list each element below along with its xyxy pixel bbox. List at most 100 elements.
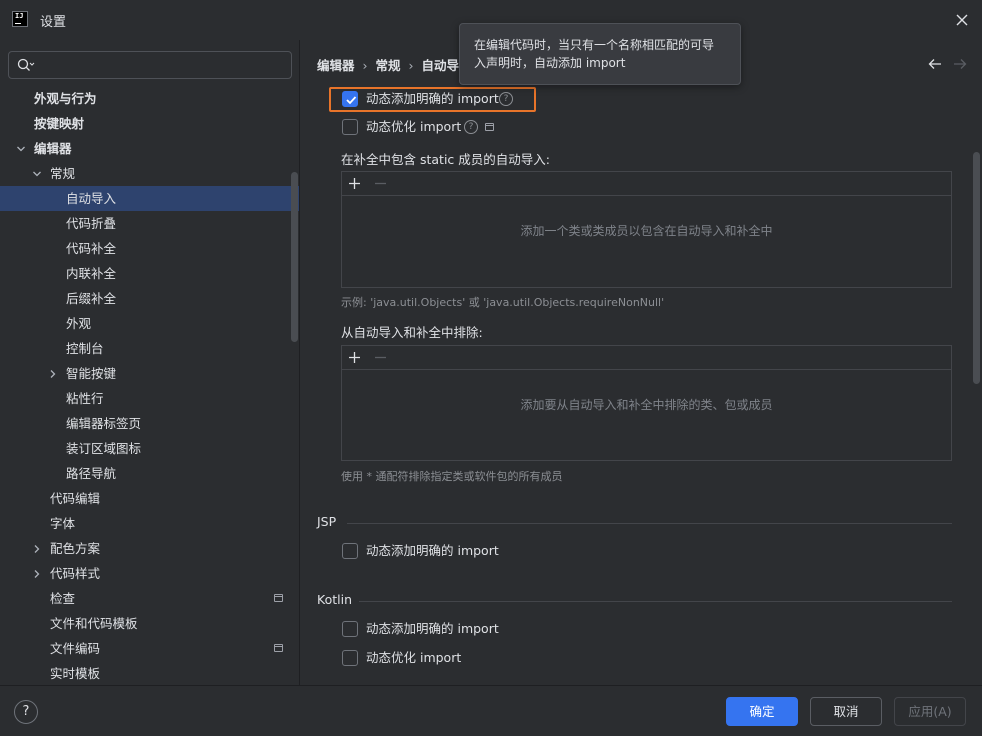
jsp-add-unambiguous-imports-label: 动态添加明确的 import <box>366 543 499 558</box>
breadcrumb-separator: › <box>408 58 414 73</box>
chevron-down-icon[interactable] <box>32 169 42 179</box>
sidebar-item-label: 配色方案 <box>50 541 101 556</box>
static-members-toolbar <box>342 172 951 196</box>
sidebar-item-label: 智能按键 <box>66 366 117 381</box>
back-arrow-icon[interactable] <box>928 58 942 70</box>
sidebar-item[interactable]: 代码补全 <box>0 236 299 261</box>
kotlin-add-unambiguous-imports-label: 动态添加明确的 import <box>366 621 499 636</box>
static-members-empty-text: 添加一个类或类成员以包含在自动导入和补全中 <box>520 224 773 238</box>
search-icon <box>17 58 35 71</box>
settings-search[interactable] <box>8 51 292 79</box>
content-scrollbar[interactable] <box>973 152 980 384</box>
cancel-button[interactable]: 取消 <box>810 697 882 726</box>
sidebar-item[interactable]: 配色方案 <box>0 536 299 561</box>
chevron-right-icon[interactable] <box>32 544 42 554</box>
kotlin-add-unambiguous-imports-row[interactable]: 动态添加明确的 import <box>342 618 542 640</box>
settings-sidebar: 外观与行为按键映射编辑器常规自动导入代码折叠代码补全内联补全后缀补全外观控制台智… <box>0 40 300 685</box>
sidebar-item-label: 后缀补全 <box>66 291 117 306</box>
remove-icon[interactable] <box>374 177 387 190</box>
sidebar-item-label: 自动导入 <box>66 191 117 206</box>
breadcrumb-separator: › <box>362 58 368 73</box>
sidebar-item[interactable]: 编辑器 <box>0 136 299 161</box>
sidebar-item-label: 路径导航 <box>66 466 117 481</box>
java-add-unambiguous-imports-label: 动态添加明确的 import <box>366 91 499 106</box>
project-settings-icon <box>274 594 283 602</box>
sidebar-item[interactable]: 编辑器标签页 <box>0 411 299 436</box>
remove-icon[interactable] <box>374 351 387 364</box>
sidebar-item-label: 装订区域图标 <box>66 441 142 456</box>
sidebar-item[interactable]: 代码编辑 <box>0 486 299 511</box>
help-button[interactable]: ? <box>14 700 38 724</box>
exclude-title: 从自动导入和补全中排除: <box>341 325 483 340</box>
exclude-hint: 使用 * 通配符排除指定类或软件包的所有成员 <box>341 470 563 483</box>
sidebar-item[interactable]: 控制台 <box>0 336 299 361</box>
static-members-list[interactable]: 添加一个类或类成员以包含在自动导入和补全中 <box>341 171 952 288</box>
breadcrumb-auto-import: 自动导 <box>421 58 460 73</box>
kotlin-optimize-imports-row[interactable]: 动态优化 import <box>342 647 542 669</box>
sidebar-item[interactable]: 外观 <box>0 311 299 336</box>
static-members-title: 在补全中包含 static 成员的自动导入: <box>341 152 550 167</box>
ok-button[interactable]: 确定 <box>726 697 798 726</box>
sidebar-item-label: 编辑器 <box>34 141 72 156</box>
add-icon[interactable] <box>348 177 361 190</box>
help-icon[interactable]: ? <box>499 92 513 106</box>
sidebar-item[interactable]: 代码样式 <box>0 561 299 586</box>
chevron-right-icon[interactable] <box>32 569 42 579</box>
app-logo-icon: IJ <box>12 11 28 27</box>
sidebar-item-label: 内联补全 <box>66 266 117 281</box>
sidebar-item[interactable]: 内联补全 <box>0 261 299 286</box>
sidebar-item[interactable]: 外观与行为 <box>0 86 299 111</box>
breadcrumb-editor[interactable]: 编辑器 <box>317 58 355 73</box>
kotlin-optimize-imports-checkbox[interactable] <box>342 650 358 666</box>
sidebar-item-label: 编辑器标签页 <box>66 416 142 431</box>
sidebar-item[interactable]: 装订区域图标 <box>0 436 299 461</box>
sidebar-item-label: 字体 <box>50 516 76 531</box>
sidebar-item-label: 粘性行 <box>66 391 104 406</box>
java-add-unambiguous-imports-checkbox[interactable] <box>342 91 358 107</box>
sidebar-item[interactable]: 后缀补全 <box>0 286 299 311</box>
sidebar-item[interactable]: 代码折叠 <box>0 211 299 236</box>
apply-button[interactable]: 应用(A) <box>894 697 966 726</box>
sidebar-item[interactable]: 文件编码 <box>0 636 299 661</box>
exclude-empty-text: 添加要从自动导入和补全中排除的类、包或成员 <box>520 398 773 412</box>
sidebar-item-label: 外观 <box>66 316 92 331</box>
chevron-right-icon[interactable] <box>48 369 58 379</box>
sidebar-scrollbar[interactable] <box>291 172 298 342</box>
sidebar-item[interactable]: 实时模板 <box>0 661 299 685</box>
project-settings-icon <box>485 123 494 131</box>
java-add-unambiguous-imports-row[interactable]: 动态添加明确的 import ? <box>342 88 542 110</box>
jsp-add-unambiguous-imports-row[interactable]: 动态添加明确的 import <box>342 540 542 562</box>
sidebar-item-label: 代码折叠 <box>66 216 117 231</box>
close-window-button[interactable] <box>950 8 974 32</box>
kotlin-add-unambiguous-imports-checkbox[interactable] <box>342 621 358 637</box>
sidebar-item-label: 按键映射 <box>34 116 85 131</box>
sidebar-item[interactable]: 智能按键 <box>0 361 299 386</box>
kotlin-optimize-imports-label: 动态优化 import <box>366 650 462 665</box>
forward-arrow-icon[interactable] <box>953 58 967 70</box>
project-settings-icon <box>274 644 283 652</box>
sidebar-item[interactable]: 字体 <box>0 511 299 536</box>
sidebar-item[interactable]: 按键映射 <box>0 111 299 136</box>
sidebar-item[interactable]: 自动导入 <box>0 186 299 211</box>
search-input[interactable] <box>39 55 279 75</box>
sidebar-item-label: 代码样式 <box>50 566 101 581</box>
sidebar-item-label: 文件和代码模板 <box>50 616 138 631</box>
help-icon[interactable]: ? <box>464 120 478 134</box>
add-icon[interactable] <box>348 351 361 364</box>
sidebar-item[interactable]: 粘性行 <box>0 386 299 411</box>
close-icon <box>956 14 968 26</box>
jsp-add-unambiguous-imports-checkbox[interactable] <box>342 543 358 559</box>
exclude-list[interactable]: 添加要从自动导入和补全中排除的类、包或成员 <box>341 345 952 461</box>
java-optimize-imports-label: 动态优化 import <box>366 119 462 134</box>
sidebar-item[interactable]: 路径导航 <box>0 461 299 486</box>
breadcrumb-general[interactable]: 常规 <box>376 58 401 73</box>
java-optimize-imports-checkbox[interactable] <box>342 119 358 135</box>
chevron-down-icon[interactable] <box>16 144 26 154</box>
dialog-footer: ? 确定 取消 应用(A) <box>0 685 982 736</box>
sidebar-item[interactable]: 文件和代码模板 <box>0 611 299 636</box>
settings-tree: 外观与行为按键映射编辑器常规自动导入代码折叠代码补全内联补全后缀补全外观控制台智… <box>0 86 299 685</box>
sidebar-item[interactable]: 检查 <box>0 586 299 611</box>
jsp-group-title: JSP <box>317 514 337 529</box>
java-optimize-imports-row[interactable]: 动态优化 import ? <box>342 116 542 138</box>
sidebar-item[interactable]: 常规 <box>0 161 299 186</box>
